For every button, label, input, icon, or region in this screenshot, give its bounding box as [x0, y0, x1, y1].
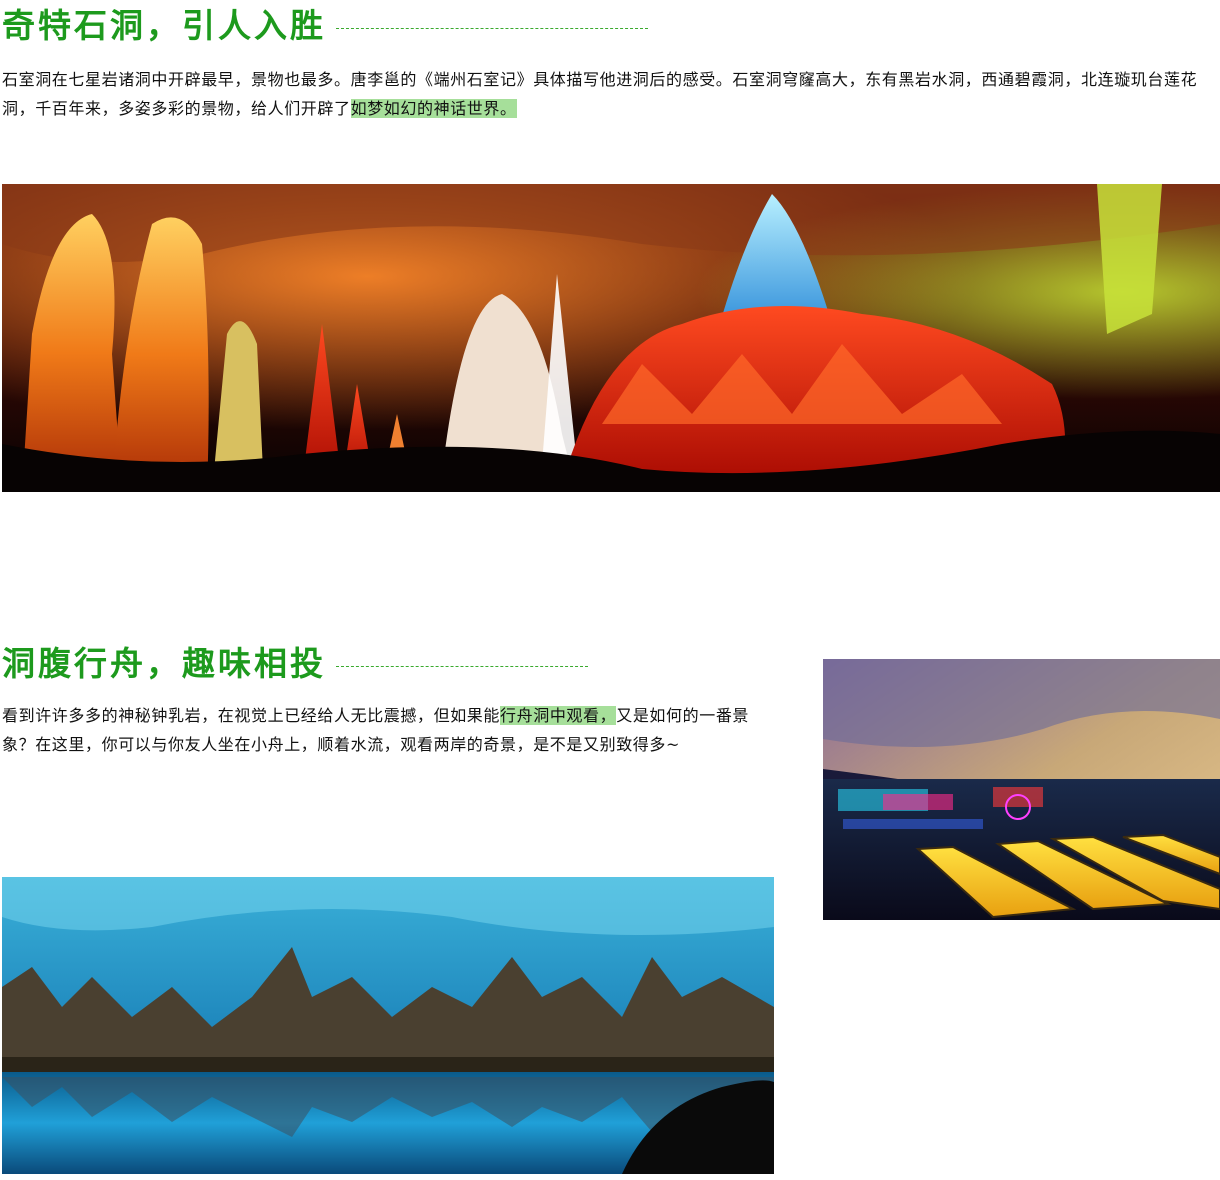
cave-panorama-photo	[2, 184, 1220, 492]
blue-cave-lake-photo	[2, 877, 774, 1174]
section2-divider	[336, 665, 588, 667]
cave-boats-photo	[823, 659, 1220, 920]
section1-divider	[336, 27, 648, 29]
section1-text: 石室洞在七星岩诸洞中开辟最早，景物也最多。唐李邕的《端州石室记》具体描写他进洞后…	[2, 70, 1198, 118]
section1-heading-row: 奇特石洞，引人入胜	[2, 4, 648, 48]
section2-text-before: 看到许许多多的神秘钟乳岩，在视觉上已经给人无比震撼，但如果能	[2, 706, 501, 725]
section2-title: 洞腹行舟，趣味相投	[2, 644, 326, 683]
section2-paragraph: 看到许许多多的神秘钟乳岩，在视觉上已经给人无比震撼，但如果能行舟洞中观看，又是如…	[2, 701, 774, 759]
section1-highlight: 如梦如幻的神话世界。	[350, 99, 517, 118]
section2-heading-row: 洞腹行舟，趣味相投	[2, 642, 588, 686]
section1-title: 奇特石洞，引人入胜	[2, 6, 326, 45]
section1-paragraph: 石室洞在七星岩诸洞中开辟最早，景物也最多。唐李邕的《端州石室记》具体描写他进洞后…	[2, 65, 1216, 123]
section2-highlight: 行舟洞中观看，	[500, 706, 617, 725]
